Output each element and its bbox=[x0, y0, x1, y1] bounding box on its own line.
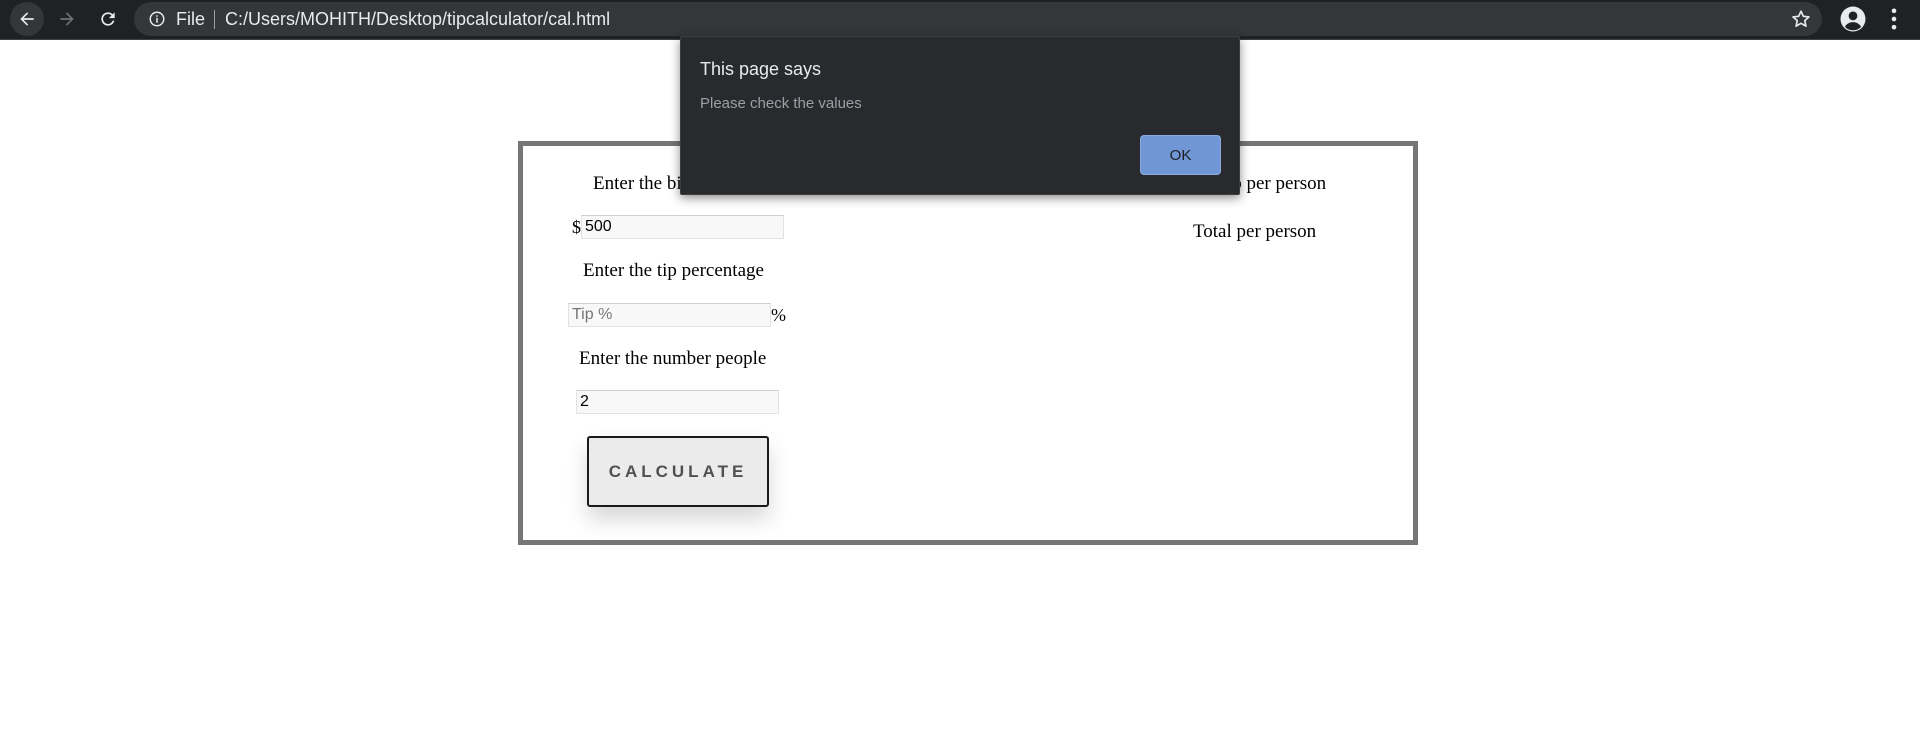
number-of-people-label: Enter the number people bbox=[579, 348, 767, 369]
arrow-left-icon bbox=[20, 12, 34, 26]
tip-percentage-label: Enter the tip percentage bbox=[583, 260, 764, 281]
reload-button[interactable] bbox=[91, 2, 125, 36]
total-per-person-label: Total per person bbox=[1193, 221, 1317, 242]
currency-symbol: $ bbox=[572, 217, 581, 237]
alert-message: Please check the values bbox=[700, 95, 862, 112]
address-separator bbox=[214, 10, 215, 29]
back-button[interactable] bbox=[10, 2, 44, 36]
bill-amount-input[interactable] bbox=[581, 215, 784, 239]
address-bar[interactable]: File C:/Users/MOHITH/Desktop/tipcalculat… bbox=[134, 2, 1822, 36]
calculate-button[interactable]: CALCULATE bbox=[587, 436, 769, 507]
arrow-right-icon bbox=[60, 12, 74, 26]
browser-toolbar: File C:/Users/MOHITH/Desktop/tipcalculat… bbox=[0, 0, 1920, 40]
forward-button[interactable] bbox=[50, 2, 84, 36]
star-icon[interactable] bbox=[1790, 8, 1812, 30]
alert-ok-button[interactable]: OK bbox=[1140, 135, 1221, 175]
alert-title: This page says bbox=[700, 59, 822, 79]
alert-dialog: This page says Please check the values O… bbox=[680, 36, 1240, 195]
tip-percentage-input[interactable] bbox=[568, 303, 771, 327]
menu-dots-icon[interactable] bbox=[1880, 5, 1908, 33]
scheme-label: File bbox=[176, 9, 206, 29]
profile-icon[interactable] bbox=[1838, 4, 1868, 34]
url-text[interactable]: C:/Users/MOHITH/Desktop/tipcalculator/ca… bbox=[225, 7, 610, 31]
reload-icon bbox=[101, 12, 115, 26]
info-icon[interactable] bbox=[148, 10, 166, 28]
percent-symbol: % bbox=[771, 305, 786, 325]
number-of-people-input[interactable] bbox=[576, 390, 779, 414]
